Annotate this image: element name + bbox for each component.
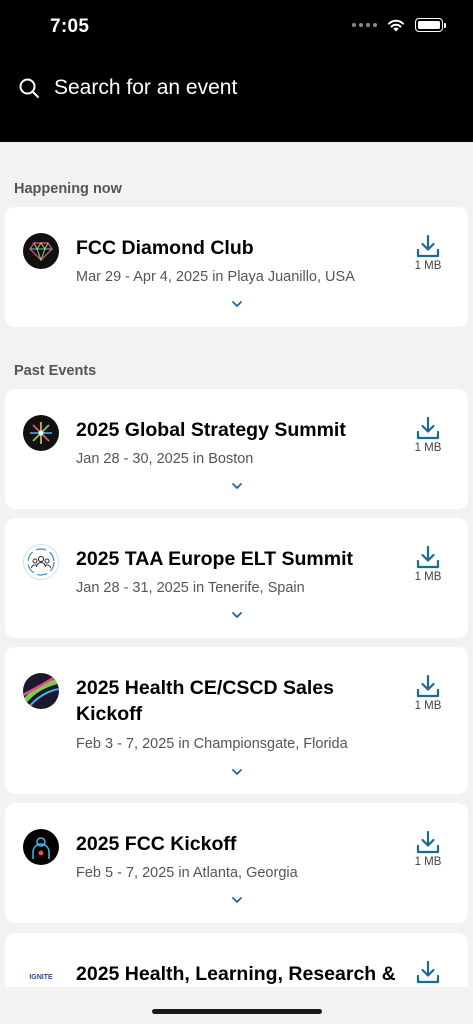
event-title: FCC Diamond Club (76, 237, 254, 259)
event-title: 2025 TAA Europe ELT Summit (76, 548, 354, 570)
download-button[interactable]: 1 MB (412, 233, 444, 272)
status-time: 7:05 (50, 16, 90, 37)
event-date-location: Jan 28 - 30, 2025 in Boston (76, 451, 254, 467)
chevron-down-icon[interactable] (230, 299, 244, 309)
bottom-bar (0, 987, 473, 1024)
chevron-down-icon[interactable] (230, 895, 244, 905)
section-title-past-events: Past Events (14, 363, 97, 379)
diamond-logo (23, 233, 59, 269)
download-button[interactable] (412, 959, 444, 985)
event-card[interactable]: 2025 TAA Europe ELT Summit Jan 28 - 31, … (5, 518, 468, 638)
chevron-down-icon[interactable] (230, 610, 244, 620)
event-date-location: Mar 29 - Apr 4, 2025 in Playa Juanillo, … (76, 269, 355, 285)
download-button[interactable]: 1 MB (412, 415, 444, 454)
section-title-happening-now: Happening now (14, 181, 122, 197)
home-indicator[interactable] (152, 1009, 322, 1014)
cellular-signal-icon (352, 23, 377, 27)
people-logo (23, 544, 59, 580)
download-icon (416, 545, 440, 569)
chevron-down-icon[interactable] (230, 481, 244, 491)
person-outline-logo (23, 829, 59, 865)
event-card[interactable]: 2025 Health CE/CSCD Sales Kickoff Feb 3 … (5, 647, 468, 794)
event-date-location: Feb 5 - 7, 2025 in Atlanta, Georgia (76, 865, 298, 881)
download-size: 1 MB (414, 700, 442, 712)
download-size: 1 MB (414, 856, 442, 868)
search-icon (19, 78, 39, 98)
event-card[interactable]: FCC Diamond Club Mar 29 - Apr 4, 2025 in… (5, 207, 468, 327)
event-title: 2025 Health, Learning, Research & (76, 963, 396, 985)
event-title: 2025 FCC Kickoff (76, 833, 237, 855)
event-title: 2025 Health CE/CSCD Sales Kickoff (76, 677, 334, 725)
search-bar[interactable]: Search for an event (18, 76, 237, 100)
snowflake-logo (23, 415, 59, 451)
header: 7:05 Search for an event (0, 0, 473, 142)
download-button[interactable]: 1 MB (412, 673, 444, 712)
download-icon (416, 234, 440, 258)
event-date-location: Jan 28 - 31, 2025 in Tenerife, Spain (76, 580, 305, 596)
wifi-icon (388, 19, 404, 32)
event-title: 2025 Global Strategy Summit (76, 419, 346, 441)
chevron-down-icon[interactable] (230, 767, 244, 777)
event-card[interactable]: 2025 Global Strategy Summit Jan 28 - 30,… (5, 389, 468, 509)
download-size: 1 MB (414, 260, 442, 272)
ignite-logo-text: IGNITE (29, 973, 53, 981)
status-icons (352, 18, 446, 32)
download-size: 1 MB (414, 442, 442, 454)
download-icon (416, 674, 440, 698)
download-icon (416, 960, 440, 984)
battery-icon (415, 18, 446, 32)
light-trail-logo (23, 673, 59, 709)
event-card[interactable]: 2025 FCC Kickoff Feb 5 - 7, 2025 in Atla… (5, 803, 468, 923)
search-input[interactable]: Search for an event (54, 76, 237, 100)
download-icon (416, 416, 440, 440)
download-icon (416, 830, 440, 854)
download-button[interactable]: 1 MB (412, 544, 444, 583)
download-size: 1 MB (414, 571, 442, 583)
event-date-location: Feb 3 - 7, 2025 in Championsgate, Florid… (76, 736, 348, 752)
download-button[interactable]: 1 MB (412, 829, 444, 868)
